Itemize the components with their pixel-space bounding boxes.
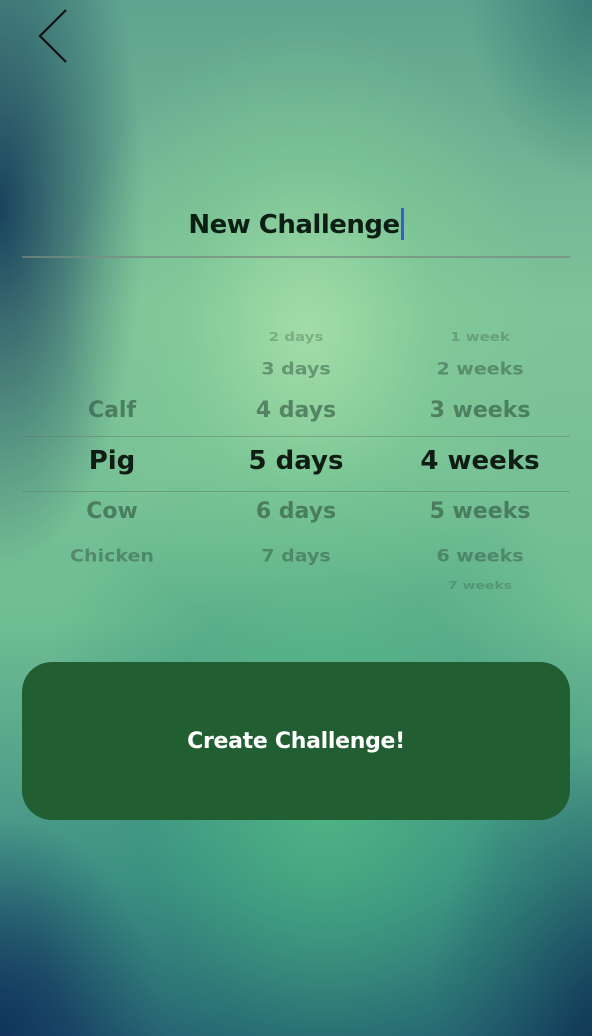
weeks-option[interactable]: 5 weeks bbox=[420, 499, 540, 524]
challenge-name-text: New Challenge bbox=[188, 210, 400, 240]
animal-wheel[interactable]: Calf Pig Cow Chicken bbox=[52, 310, 172, 610]
days-option[interactable]: 4 days bbox=[236, 398, 356, 423]
challenge-name-field[interactable]: New Challenge bbox=[22, 200, 570, 258]
challenge-picker[interactable]: Calf Pig Cow Chicken 2 days 3 days 4 day… bbox=[22, 310, 570, 610]
weeks-option[interactable]: 6 weeks bbox=[420, 546, 540, 566]
create-challenge-button[interactable]: Create Challenge! bbox=[22, 662, 570, 820]
days-option[interactable]: 3 days bbox=[236, 359, 356, 379]
days-option-selected[interactable]: 5 days bbox=[236, 446, 356, 476]
weeks-option[interactable]: 3 weeks bbox=[420, 398, 540, 423]
days-option[interactable]: 6 days bbox=[236, 499, 356, 524]
back-button[interactable] bbox=[36, 8, 72, 64]
animal-option[interactable]: Calf bbox=[52, 398, 172, 423]
weeks-option[interactable]: 1 week bbox=[420, 330, 540, 344]
animal-option[interactable]: Chicken bbox=[52, 546, 172, 566]
weeks-option[interactable]: 7 weeks bbox=[420, 580, 540, 592]
animal-option-selected[interactable]: Pig bbox=[52, 446, 172, 476]
animal-option[interactable]: Cow bbox=[52, 499, 172, 524]
weeks-wheel[interactable]: 1 week 2 weeks 3 weeks 4 weeks 5 weeks 6… bbox=[420, 310, 540, 610]
create-challenge-label: Create Challenge! bbox=[187, 728, 405, 754]
weeks-option[interactable]: 2 weeks bbox=[420, 359, 540, 379]
text-cursor bbox=[400, 208, 404, 240]
days-option[interactable]: 2 days bbox=[236, 330, 356, 344]
chevron-left-icon bbox=[38, 9, 67, 63]
days-option[interactable]: 7 days bbox=[236, 546, 356, 566]
weeks-option-selected[interactable]: 4 weeks bbox=[420, 446, 540, 476]
days-wheel[interactable]: 2 days 3 days 4 days 5 days 6 days 7 day… bbox=[236, 310, 356, 610]
title-underline bbox=[22, 256, 570, 258]
